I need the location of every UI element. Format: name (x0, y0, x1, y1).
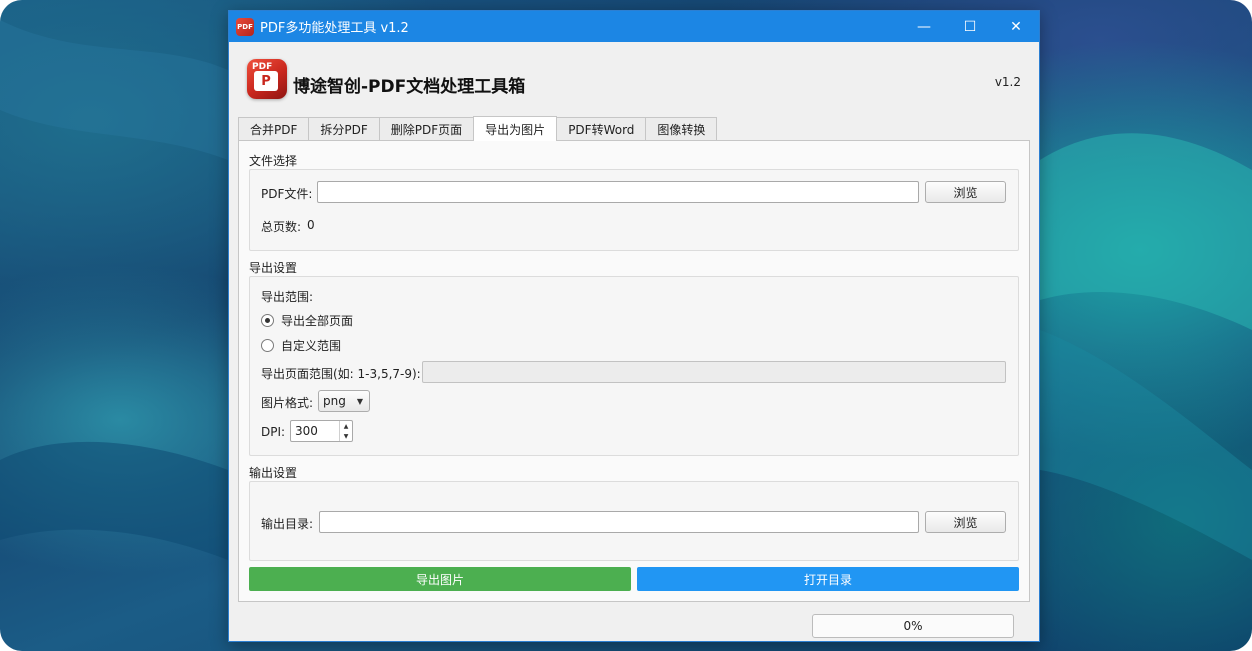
file-section-title: 文件选择 (249, 154, 298, 168)
open-directory-button[interactable]: 打开目录 (637, 567, 1019, 591)
browse-output-button[interactable]: 浏览 (925, 511, 1006, 533)
minimize-button[interactable]: — (901, 11, 947, 42)
radio-button-checked[interactable] (261, 314, 274, 327)
total-pages-label: 总页数: (261, 220, 302, 234)
progress-text: 0% (903, 619, 923, 633)
spin-down-icon[interactable]: ▼ (340, 431, 352, 441)
tab-merge-pdf[interactable]: 合并PDF (238, 117, 310, 141)
radio-export-all-label: 导出全部页面 (281, 314, 354, 328)
tab-delete-pages[interactable]: 删除PDF页面 (378, 117, 475, 141)
app-title: 博途智创-PDF文档处理工具箱 (293, 77, 526, 97)
tab-panel-export-images: 文件选择 PDF文件: 浏览 总页数: 0 导出设置 导出范围: 导出全部页面 … (238, 140, 1030, 602)
radio-custom-range[interactable]: 自定义范围 (261, 337, 341, 354)
app-header: PDF P 博途智创-PDF文档处理工具箱 v1.2 (229, 42, 1039, 126)
tab-bar: 合并PDF 拆分PDF 删除PDF页面 导出为图片 PDF转Word 图像转换 (238, 116, 718, 141)
app-window-icon: PDF (236, 17, 254, 36)
image-format-select[interactable]: png ▼ (318, 390, 370, 412)
app-version: v1.2 (994, 75, 1021, 89)
output-section: 输出目录: 浏览 (249, 481, 1019, 561)
dpi-label: DPI: (261, 425, 286, 439)
tab-export-images[interactable]: 导出为图片 (473, 116, 558, 141)
spin-up-icon[interactable]: ▲ (340, 421, 352, 431)
image-format-label: 图片格式: (261, 396, 314, 410)
page-range-label: 导出页面范围(如: 1-3,5,7-9): (261, 367, 421, 381)
pdf-logo-icon: PDF P (247, 59, 287, 99)
title-bar: PDF PDF多功能处理工具 v1.2 — ☐ ✕ (229, 11, 1039, 42)
progress-bar: 0% (812, 614, 1014, 638)
output-dir-input[interactable] (319, 511, 919, 533)
pdf-file-label: PDF文件: (261, 187, 313, 201)
radio-custom-range-label: 自定义范围 (281, 339, 342, 353)
export-range-label: 导出范围: (261, 290, 314, 304)
dropdown-arrow-icon: ▼ (356, 397, 363, 406)
output-dir-label: 输出目录: (261, 517, 314, 531)
close-button[interactable]: ✕ (993, 11, 1039, 42)
maximize-button[interactable]: ☐ (947, 11, 993, 42)
total-pages-value: 0 (307, 218, 315, 232)
tab-split-pdf[interactable]: 拆分PDF (308, 117, 380, 141)
export-images-button[interactable]: 导出图片 (249, 567, 631, 591)
output-section-title: 输出设置 (249, 466, 298, 480)
tab-pdf-to-word[interactable]: PDF转Word (556, 117, 647, 141)
tab-image-convert[interactable]: 图像转换 (645, 117, 718, 141)
radio-export-all[interactable]: 导出全部页面 (261, 312, 353, 329)
desktop-background: PDF PDF多功能处理工具 v1.2 — ☐ ✕ PDF P 博途智创-PDF… (0, 0, 1252, 651)
export-section: 导出范围: 导出全部页面 自定义范围 导出页面范围(如: 1-3,5,7-9):… (249, 276, 1019, 456)
page-range-input[interactable] (422, 361, 1006, 383)
file-section: PDF文件: 浏览 总页数: 0 (249, 169, 1019, 251)
dpi-spinbox[interactable]: 300 ▲ ▼ (290, 420, 353, 442)
browse-pdf-button[interactable]: 浏览 (925, 181, 1006, 203)
app-window: PDF PDF多功能处理工具 v1.2 — ☐ ✕ PDF P 博途智创-PDF… (228, 10, 1040, 642)
pdf-file-input[interactable] (317, 181, 919, 203)
radio-button[interactable] (261, 339, 274, 352)
export-section-title: 导出设置 (249, 261, 298, 275)
window-title: PDF多功能处理工具 v1.2 (260, 21, 409, 36)
